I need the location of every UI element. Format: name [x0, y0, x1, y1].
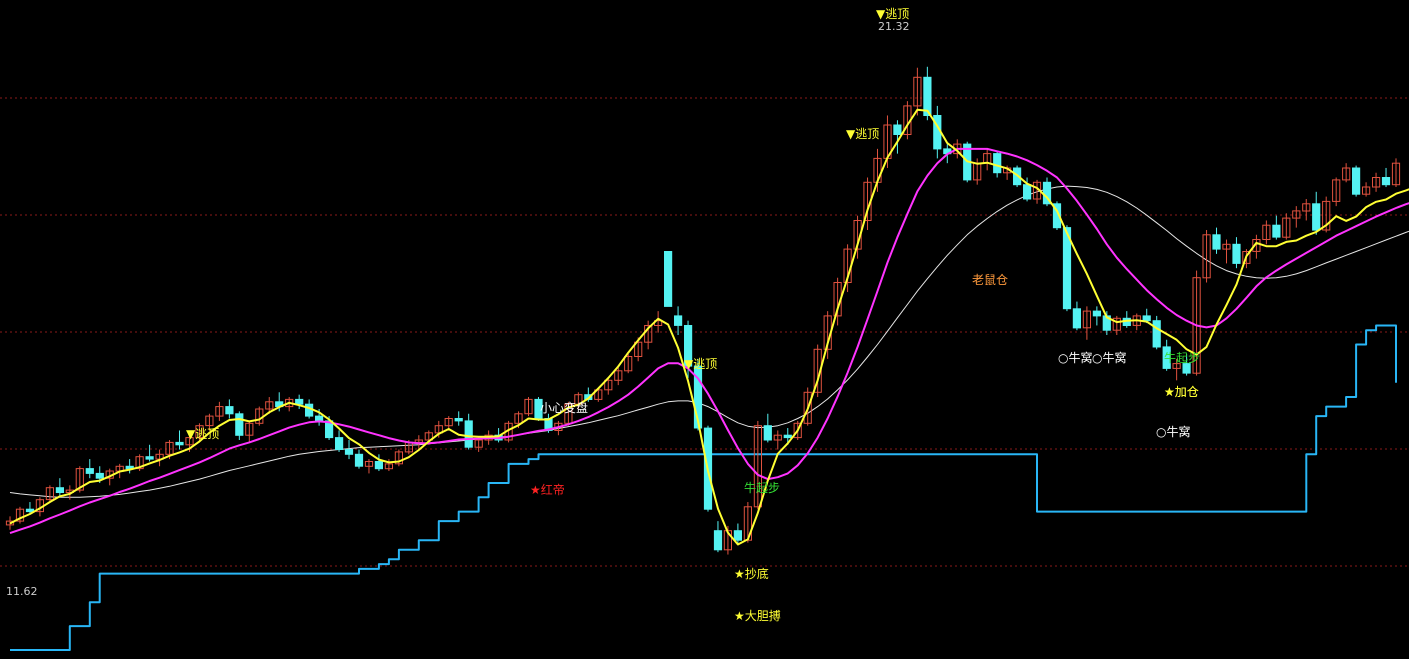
candle-body-down [85, 468, 94, 474]
candle-body-down [763, 425, 772, 441]
candle-body-down [315, 415, 324, 422]
chart-background [0, 0, 1409, 659]
annotation-label-12: ○牛窝 [1058, 350, 1092, 365]
candle-body-down [1152, 320, 1161, 348]
annotation-label-10: ▼逃顶 [876, 7, 909, 21]
candle-body-down [893, 124, 902, 135]
candle-24 [235, 411, 244, 440]
candle-body-down [1232, 243, 1241, 264]
annotation-label-14: 牛起步 [1164, 350, 1200, 365]
candle-body-down [993, 153, 1002, 174]
annotation-label-4: ▼逃顶 [684, 357, 717, 371]
candle-116 [1152, 315, 1161, 350]
candle-body-down [1312, 203, 1321, 231]
low-price-label: 11.62 [6, 585, 38, 598]
annotation-label-3: ★红帝 [530, 482, 565, 497]
annotation-label-16: ○牛窝 [1156, 424, 1190, 439]
high-price-label: 21.32 [878, 20, 910, 33]
candle-body-down [1212, 234, 1221, 250]
candle-body-down [374, 461, 383, 470]
annotation-label-11: 老鼠仓 [972, 273, 1008, 287]
candle-body-down [1072, 308, 1082, 329]
annotation-label-2: 小心变盘 [540, 400, 588, 415]
candle-body-down [95, 472, 104, 479]
annotation-label-8: ★大胆搏 [734, 609, 781, 623]
candle-body-down [454, 418, 463, 422]
candle-body-down [295, 398, 304, 405]
annotation-label-9: ▼逃顶 [846, 127, 879, 141]
candlestick-chart: ▼逃顶小心变盘★红帝▼逃顶牛起步★抄底★加仓★大胆搏▼逃顶▼逃顶老鼠仓○牛窝 ○牛… [0, 0, 1409, 659]
candle-body-down [464, 420, 473, 448]
candle-body-down [1023, 184, 1032, 200]
annotation-label-5: 牛起步 [744, 480, 780, 495]
annotation-label-1: ▼逃顶 [186, 427, 219, 441]
candle-body-down [344, 449, 354, 455]
candle-body-down [175, 441, 184, 446]
candle-body-down [1142, 315, 1151, 322]
candle-body-down [664, 251, 673, 307]
annotation-label-6: ★抄底 [734, 566, 769, 581]
candle-body-down [225, 406, 234, 415]
candle-body-down [1272, 224, 1281, 238]
candle-body-down [674, 315, 683, 326]
candle-body-down [145, 456, 154, 460]
candle-body-down [1381, 177, 1391, 186]
candle-body-down [25, 508, 35, 513]
candle-body-down [235, 413, 244, 436]
candle-body-down [335, 437, 344, 451]
annotation-label-15: ★加仓 [1164, 385, 1199, 399]
candle-body-down [733, 530, 742, 541]
candle-body-down [354, 453, 364, 467]
candle-body-down [713, 530, 723, 551]
candle-body-down [55, 487, 64, 494]
candle-body-down [783, 434, 792, 439]
candle-body-down [1352, 167, 1361, 195]
candle-body-down [1092, 310, 1102, 317]
candle-body-down [1182, 363, 1191, 374]
candle-67 [664, 251, 673, 307]
candle-136 [1352, 165, 1361, 197]
annotation-label-13: ○牛窝 [1092, 350, 1126, 365]
